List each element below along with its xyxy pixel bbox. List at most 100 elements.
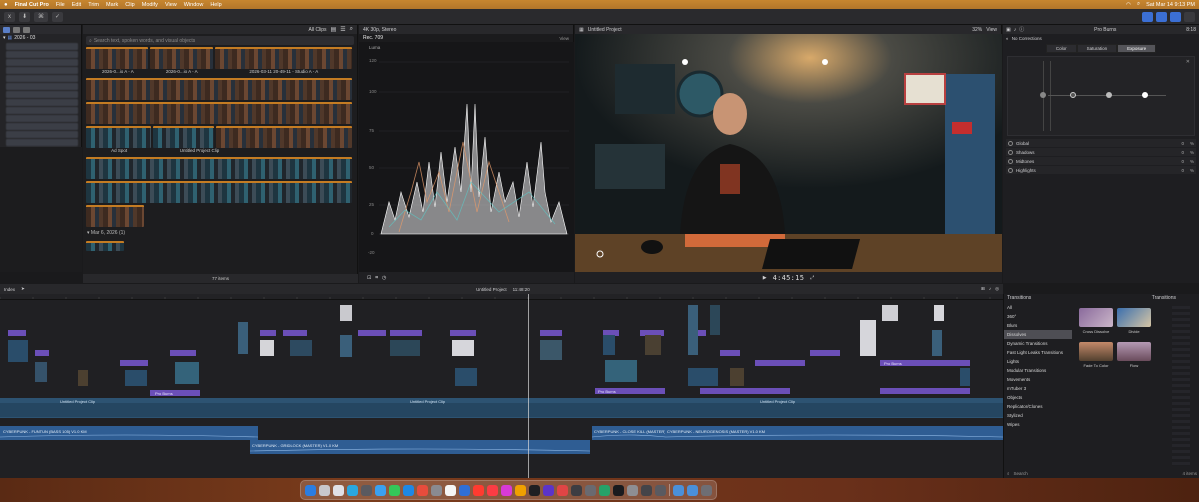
import-button[interactable]: ⬇ bbox=[19, 11, 30, 22]
viewer-view-menu[interactable]: View bbox=[986, 27, 997, 33]
sidebar-item[interactable] bbox=[6, 43, 78, 50]
browser-search-field[interactable]: ⌕ Search text, spoken words, and visual … bbox=[86, 36, 354, 45]
category-item[interactable]: Dissolves bbox=[1004, 330, 1072, 339]
category-item[interactable]: Stylized bbox=[1004, 411, 1072, 420]
folder-icon[interactable] bbox=[687, 484, 698, 496]
snapping-icon[interactable]: ⊞ bbox=[981, 286, 985, 292]
solo-icon[interactable]: ◎ bbox=[995, 286, 999, 292]
playhead[interactable] bbox=[528, 294, 529, 478]
video-inspector-icon[interactable]: ▣ bbox=[1006, 27, 1011, 33]
fullscreen-icon[interactable]: ⤢ bbox=[810, 275, 814, 281]
clip-filmstrip[interactable] bbox=[86, 78, 352, 100]
calendar-icon[interactable] bbox=[445, 484, 456, 496]
folder-icon[interactable] bbox=[673, 484, 684, 496]
sidebar-item[interactable] bbox=[6, 59, 78, 66]
list-view-icon[interactable]: ☰ bbox=[340, 26, 345, 33]
disclosure-icon[interactable]: ▾ bbox=[3, 35, 6, 41]
messages-icon[interactable] bbox=[389, 484, 400, 496]
clip-filmstrip[interactable] bbox=[86, 47, 149, 69]
app-icon[interactable] bbox=[361, 484, 372, 496]
shadows-puck[interactable] bbox=[1070, 92, 1076, 98]
category-item[interactable]: All bbox=[1004, 303, 1072, 312]
app-menu[interactable]: Final Cut Pro bbox=[15, 2, 49, 8]
chrome-icon[interactable] bbox=[333, 484, 344, 496]
sidebar-item[interactable] bbox=[6, 131, 78, 138]
clip-filmstrip[interactable] bbox=[86, 126, 151, 148]
index-button[interactable]: Index bbox=[4, 287, 15, 292]
app-icon[interactable] bbox=[557, 484, 568, 496]
after-effects-icon[interactable] bbox=[543, 484, 554, 496]
sidebar-item[interactable] bbox=[6, 51, 78, 58]
category-item[interactable]: Objects bbox=[1004, 393, 1072, 402]
midtones-puck[interactable] bbox=[1106, 92, 1112, 98]
sidebar-item[interactable] bbox=[6, 83, 78, 90]
search-toggle-icon[interactable]: ⌕ bbox=[350, 26, 353, 33]
terminal-icon[interactable] bbox=[571, 484, 582, 496]
sidebar-item[interactable] bbox=[6, 139, 78, 146]
color-board[interactable]: ✕ bbox=[1007, 56, 1195, 136]
sidebar-item[interactable] bbox=[6, 75, 78, 82]
sidebar-item[interactable] bbox=[6, 115, 78, 122]
menu-edit[interactable]: Edit bbox=[72, 2, 81, 8]
all-clips-filter[interactable]: All Clips bbox=[309, 27, 327, 33]
clip-filmstrip[interactable] bbox=[216, 126, 352, 148]
menu-help[interactable]: Help bbox=[210, 2, 221, 8]
speed-icon[interactable]: ◷ bbox=[382, 275, 386, 281]
podcasts-icon[interactable] bbox=[501, 484, 512, 496]
telegram-icon[interactable] bbox=[347, 484, 358, 496]
app-icon[interactable] bbox=[613, 484, 624, 496]
category-item[interactable]: Blurs bbox=[1004, 321, 1072, 330]
transition-thumb-divide[interactable] bbox=[1117, 308, 1151, 327]
clip-filmstrip[interactable] bbox=[150, 47, 213, 69]
trash-icon[interactable] bbox=[701, 484, 712, 496]
layout-inspector-button[interactable] bbox=[1170, 11, 1181, 22]
clip-filmstrip[interactable] bbox=[86, 181, 352, 203]
category-item[interactable]: Replicator/Clones bbox=[1004, 402, 1072, 411]
highlights-puck[interactable] bbox=[1142, 92, 1148, 98]
menu-view[interactable]: View bbox=[165, 2, 177, 8]
prop-row-global[interactable]: Global 0% bbox=[1006, 139, 1196, 147]
scopes-view-menu[interactable]: View bbox=[559, 36, 569, 41]
contacts-icon[interactable] bbox=[431, 484, 442, 496]
library-event[interactable]: ▾ ▦ 2026 - 03 bbox=[0, 34, 81, 42]
sidebar-item[interactable] bbox=[6, 123, 78, 130]
play-icon[interactable]: ▶ bbox=[763, 275, 767, 281]
category-item[interactable]: Dynamic Transitions bbox=[1004, 339, 1072, 348]
clip-filmstrip[interactable] bbox=[86, 157, 352, 179]
category-item[interactable]: Modular Transitions bbox=[1004, 366, 1072, 375]
app-icon[interactable] bbox=[641, 484, 652, 496]
tool-menu-icon[interactable]: ➤ bbox=[21, 286, 25, 292]
corrections-menu[interactable]: ◐ No Corrections bbox=[1003, 34, 1199, 42]
transform-icon[interactable]: ⊡ bbox=[367, 275, 371, 281]
sidebar-item[interactable] bbox=[6, 67, 78, 74]
zoom-menu[interactable]: 32% bbox=[972, 27, 982, 33]
global-puck[interactable] bbox=[1040, 92, 1046, 98]
search-icon[interactable]: ⌕ bbox=[1007, 471, 1010, 476]
sidebar-item[interactable] bbox=[6, 91, 78, 98]
tab-saturation[interactable]: Saturation bbox=[1076, 44, 1118, 53]
audio-inspector-icon[interactable]: ♪ bbox=[1014, 27, 1017, 33]
libraries-tab-icon[interactable] bbox=[3, 26, 10, 33]
launchpad-icon[interactable] bbox=[319, 484, 330, 496]
apple-menu-icon[interactable]: ● bbox=[4, 2, 8, 8]
reminders-icon[interactable] bbox=[473, 484, 484, 496]
video-frame[interactable] bbox=[575, 34, 1002, 272]
transition-thumb-cross-dissolve[interactable] bbox=[1079, 308, 1113, 327]
timeline-project-name[interactable]: Untitled Project bbox=[476, 287, 507, 292]
prop-value[interactable]: 0 bbox=[1181, 141, 1184, 146]
titles-tab-icon[interactable] bbox=[23, 26, 30, 33]
settings-icon[interactable] bbox=[585, 484, 596, 496]
tab-color[interactable]: Color bbox=[1045, 44, 1077, 53]
excel-icon[interactable] bbox=[599, 484, 610, 496]
share-button[interactable] bbox=[1184, 11, 1195, 22]
sidebar-item[interactable] bbox=[6, 107, 78, 114]
category-item[interactable]: Movements bbox=[1004, 375, 1072, 384]
category-item[interactable]: Lights bbox=[1004, 357, 1072, 366]
filmstrip-view-icon[interactable]: ▤ bbox=[331, 26, 337, 33]
clip-filmstrip[interactable] bbox=[152, 126, 215, 148]
final-cut-icon[interactable] bbox=[529, 484, 540, 496]
date-group-header[interactable]: ▾ Mar 6, 2026 (1) bbox=[83, 227, 357, 239]
menu-modify[interactable]: Modify bbox=[142, 2, 158, 8]
music-icon[interactable] bbox=[487, 484, 498, 496]
menu-mark[interactable]: Mark bbox=[106, 2, 118, 8]
